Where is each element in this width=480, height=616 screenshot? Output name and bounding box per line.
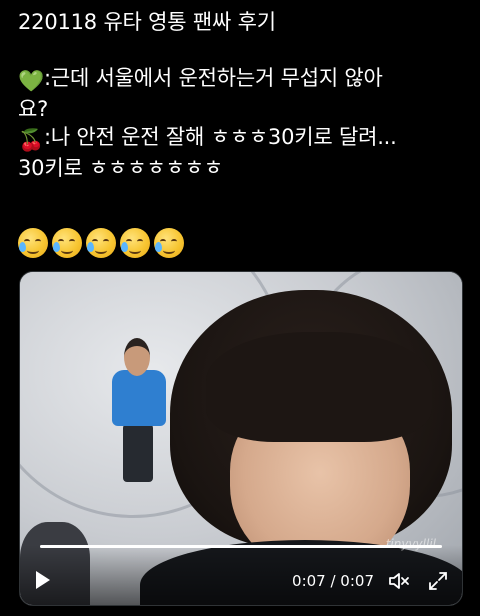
- progress-fill: [40, 545, 442, 548]
- emoji-part: [19, 242, 26, 252]
- progress-bar[interactable]: [40, 545, 442, 548]
- green-heart-icon: 💚: [18, 69, 44, 93]
- tweet-post: 220118 유타 영통 팬싸 후기 💚:근데 서울에서 운전하는거 무섭지 않…: [0, 0, 480, 616]
- emoji-part: [53, 242, 60, 252]
- emoji-part: [87, 242, 94, 252]
- video-player[interactable]: tinyvyllil 0:07 / 0:07: [19, 271, 463, 606]
- fullscreen-icon[interactable]: [428, 571, 448, 591]
- emoji-part: [163, 247, 175, 254]
- face-holding-back-tears-icon: [52, 228, 82, 258]
- tweet-title-line: 220118 유타 영통 팬싸 후기: [18, 10, 276, 34]
- question-line-2: 요?: [18, 97, 49, 121]
- tweet-text: 220118 유타 영통 팬싸 후기 💚:근데 서울에서 운전하는거 무섭지 않…: [18, 8, 468, 182]
- cherries-icon: 🍒: [18, 128, 44, 152]
- person-fringe: [206, 332, 432, 442]
- emoji-part: [61, 247, 73, 254]
- answer-line: 🍒:나 안전 운전 잘해 ㅎㅎㅎ30키로 달려...: [18, 123, 468, 154]
- emoji-part: [171, 239, 177, 244]
- face-holding-back-tears-icon: [154, 228, 184, 258]
- emoji-part: [69, 239, 75, 244]
- emoji-part: [103, 239, 109, 244]
- face-holding-back-tears-icon: [120, 228, 150, 258]
- emoji-part: [95, 247, 107, 254]
- emoji-part: [121, 242, 128, 252]
- emoji-part: [27, 247, 39, 254]
- face-holding-back-tears-icon: [18, 228, 48, 258]
- question-line: 💚:근데 서울에서 운전하는거 무섭지 않아: [18, 64, 468, 95]
- emoji-part: [35, 239, 41, 244]
- answer-line-2: 30키로 ㅎㅎㅎㅎㅎㅎㅎ: [18, 156, 223, 180]
- cutout-figure-head: [124, 338, 150, 376]
- reaction-emoji-row: [18, 228, 184, 258]
- time-display: 0:07 / 0:07: [292, 572, 374, 590]
- speaker-muted-icon[interactable]: [388, 571, 410, 591]
- face-holding-back-tears-icon: [86, 228, 116, 258]
- emoji-part: [129, 247, 141, 254]
- question-text: :근데 서울에서 운전하는거 무섭지 않아: [43, 66, 383, 90]
- emoji-part: [155, 242, 162, 252]
- play-icon[interactable]: [36, 571, 50, 589]
- cutout-figure-body: [112, 370, 166, 426]
- cutout-figure-legs: [123, 424, 153, 482]
- video-controls: 0:07 / 0:07: [20, 545, 462, 605]
- answer-text: :나 안전 운전 잘해 ㅎㅎㅎ30키로 달려...: [43, 125, 397, 149]
- emoji-part: [137, 239, 143, 244]
